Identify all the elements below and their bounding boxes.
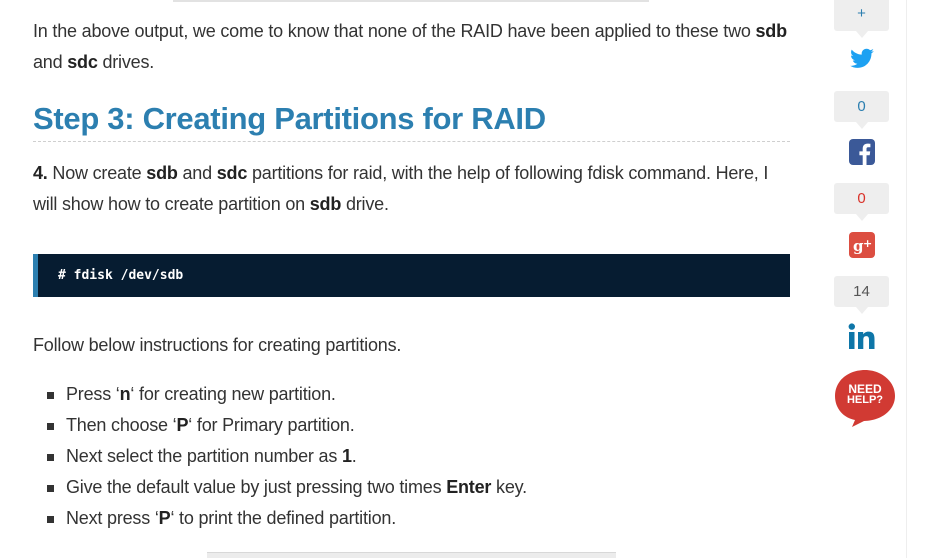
list-item-text: ‘ to print the defined partition. [170, 508, 396, 528]
svg-text:+: + [863, 237, 872, 250]
list-item: Then choose ‘P‘ for Primary partition. [33, 410, 790, 441]
top-divider [173, 0, 649, 2]
need-help-text-2: HELP? [847, 394, 883, 406]
section-heading: Step 3: Creating Partitions for RAID [33, 99, 790, 142]
intro-sdb: sdb [755, 21, 788, 41]
list-item: Give the default value by just pressing … [33, 472, 790, 503]
google-plus-share-count[interactable]: 0 [834, 183, 889, 221]
step-text: and [177, 163, 217, 183]
google-plus-icon[interactable]: g + [849, 232, 875, 258]
step-sdb: sdb [146, 163, 178, 183]
intro-text: In the above output, we come to know tha… [33, 21, 756, 41]
list-item-text: key. [491, 477, 527, 497]
twitter-share-count[interactable]: + [834, 0, 889, 38]
intro-sdc: sdc [67, 52, 98, 72]
next-code-block-edge [207, 552, 616, 558]
list-item-key: Enter [446, 477, 492, 497]
code-block[interactable]: # fdisk /dev/sdb [33, 254, 790, 297]
list-item-text: Then choose ‘ [66, 415, 177, 435]
facebook-share-count[interactable]: 0 [834, 91, 889, 129]
article-content: In the above output, we come to know tha… [33, 16, 790, 534]
list-item-key: P [158, 508, 171, 528]
step-sdc: sdc [216, 163, 248, 183]
code-command: # fdisk /dev/sdb [58, 268, 184, 283]
list-item-text: Press ‘ [66, 384, 120, 404]
article-page: In the above output, we come to know tha… [0, 0, 934, 558]
instructions-list: Press ‘n‘ for creating new partition. Th… [33, 379, 790, 534]
list-item-key: n [119, 384, 131, 404]
list-item: Next select the partition number as 1. [33, 441, 790, 472]
list-item-text: Next select the partition number as [66, 446, 342, 466]
list-item-text: . [351, 446, 357, 466]
facebook-icon[interactable] [849, 139, 875, 165]
list-item-key: P [176, 415, 189, 435]
step-text: Now create [47, 163, 147, 183]
step-number: 4. [33, 163, 48, 183]
linkedin-share-count[interactable]: 14 [834, 276, 889, 314]
step-text: drive. [341, 194, 389, 214]
list-item: Next press ‘P‘ to print the defined part… [33, 503, 790, 534]
list-item: Press ‘n‘ for creating new partition. [33, 379, 790, 410]
list-item-text: ‘ for Primary partition. [188, 415, 355, 435]
instructions-lead: Follow below instructions for creating p… [33, 335, 402, 355]
linkedin-icon[interactable] [848, 323, 876, 349]
twitter-icon[interactable] [848, 46, 876, 72]
list-item-text: ‘ for creating new partition. [130, 384, 336, 404]
step-sdb-2: sdb [309, 194, 342, 214]
step4-paragraph: 4. Now create sdb and sdc partitions for… [33, 158, 790, 220]
need-help-badge[interactable]: NEED HELP? [834, 368, 896, 433]
list-item-text: Give the default value by just pressing … [66, 477, 447, 497]
list-item-text: Next press ‘ [66, 508, 159, 528]
page-right-margin [906, 0, 934, 558]
intro-paragraph: In the above output, we come to know tha… [33, 16, 790, 78]
intro-text: drives. [97, 52, 155, 72]
intro-text: and [33, 52, 68, 72]
list-item-key: 1 [341, 446, 352, 466]
